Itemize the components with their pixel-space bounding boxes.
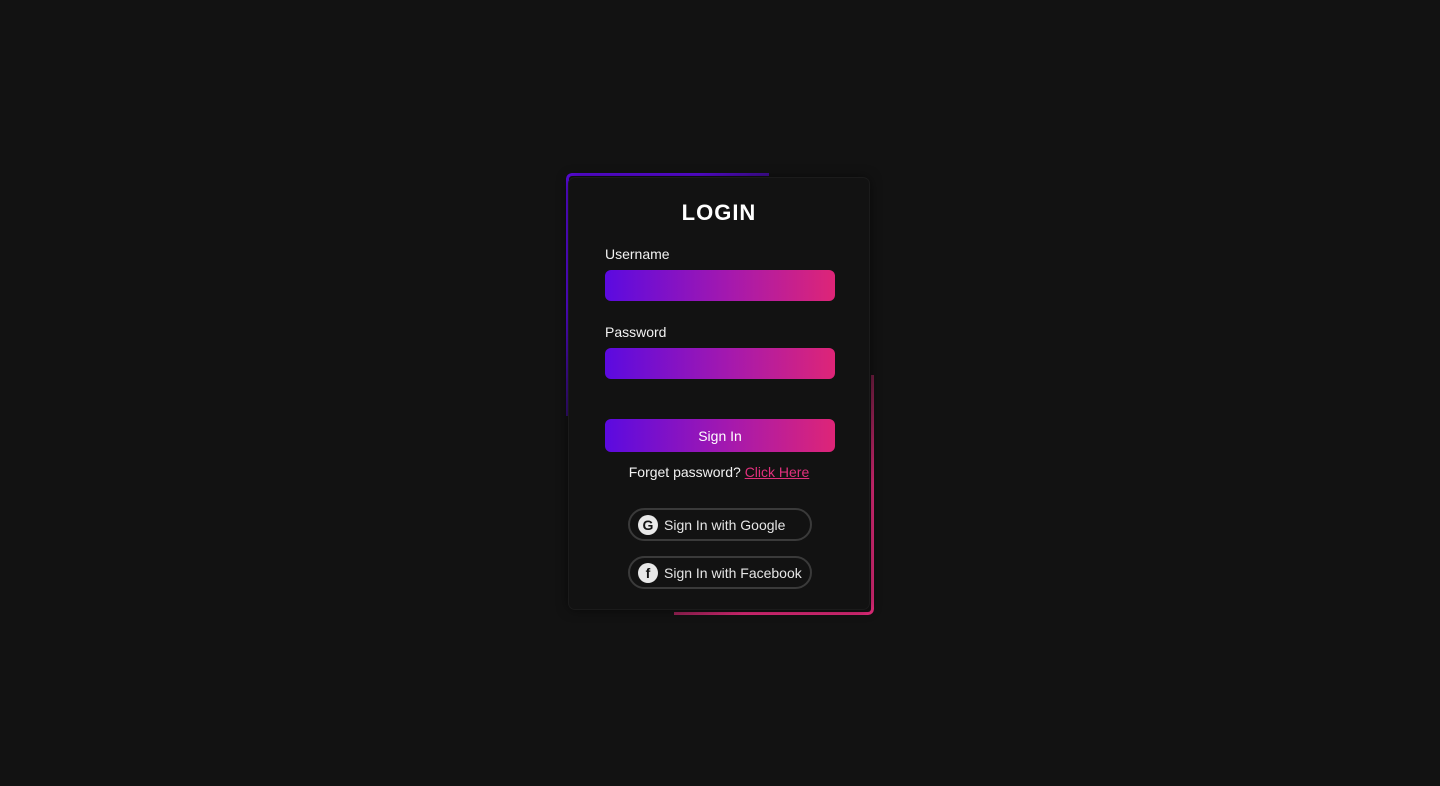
sign-in-button[interactable]: Sign In bbox=[605, 419, 835, 452]
password-input[interactable] bbox=[605, 348, 835, 379]
facebook-sign-in-label: Sign In with Facebook bbox=[664, 564, 802, 581]
forget-password-text: Forget password? Click Here bbox=[569, 464, 869, 480]
username-label: Username bbox=[605, 246, 670, 262]
username-input[interactable] bbox=[605, 270, 835, 301]
login-card: LOGIN Username Password Sign In Forget p… bbox=[569, 178, 869, 609]
google-sign-in-button[interactable]: G Sign In with Google bbox=[628, 508, 812, 541]
click-here-link[interactable]: Click Here bbox=[745, 464, 810, 480]
login-title: LOGIN bbox=[681, 200, 757, 225]
google-icon: G bbox=[638, 514, 658, 535]
facebook-sign-in-button[interactable]: f Sign In with Facebook bbox=[628, 556, 812, 589]
forget-password-label: Forget password? bbox=[628, 464, 741, 480]
facebook-icon: f bbox=[638, 562, 658, 583]
password-label: Password bbox=[605, 324, 667, 340]
google-sign-in-label: Sign In with Google bbox=[664, 516, 786, 533]
page: LOGIN Username Password Sign In Forget p… bbox=[0, 0, 1440, 786]
